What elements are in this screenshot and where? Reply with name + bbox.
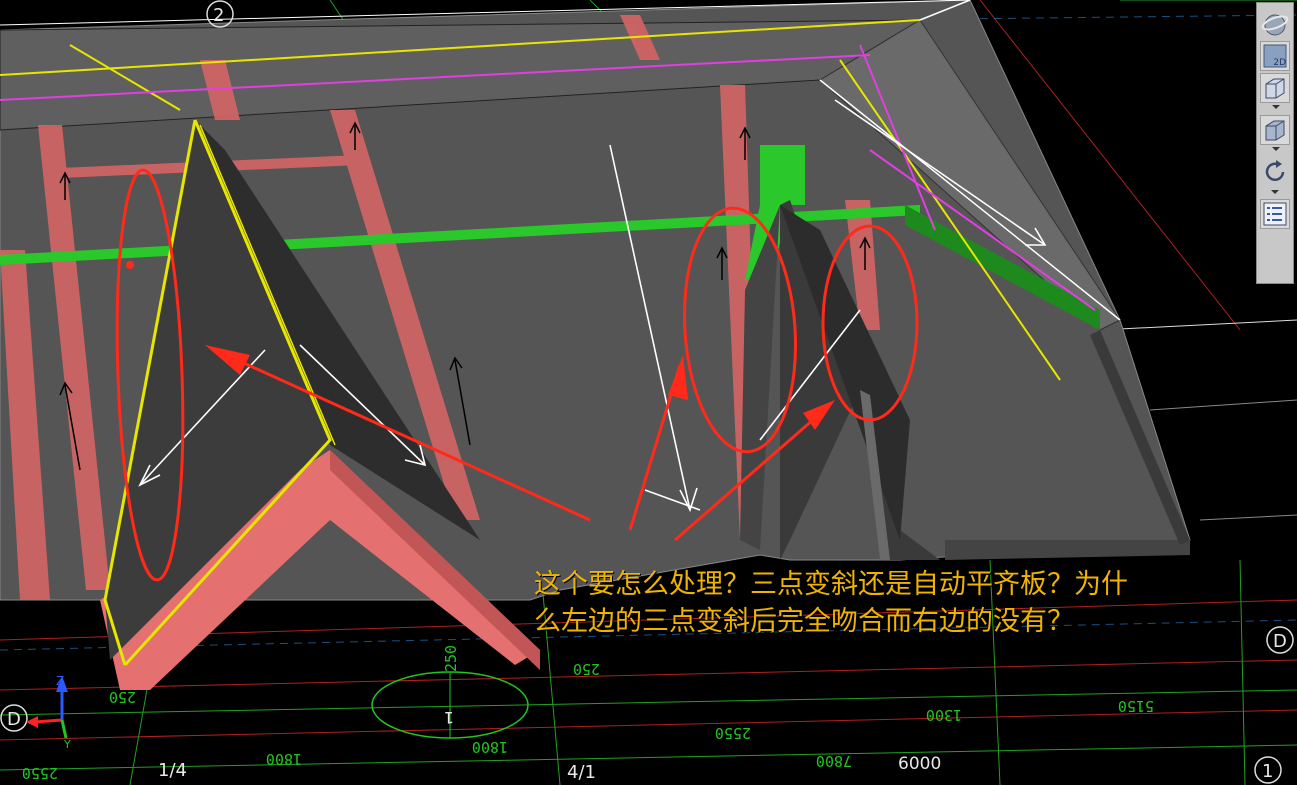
view-2d-button[interactable]: 2D (1260, 41, 1290, 71)
annotation-question-line-1: 这个要怎么处理？三点变斜还是自动平齐板？为什 (534, 569, 1128, 600)
dim-2550-left: 2550 (22, 764, 58, 782)
dim-2550-mid: 2550 (715, 724, 751, 742)
view-2d-label: 2D (1273, 58, 1286, 68)
ucs-z-label: Z (56, 674, 64, 688)
dim-6000: 6000 (898, 754, 941, 774)
globe-orbit-icon (1261, 14, 1289, 36)
axis-label-left-d: D (7, 709, 21, 730)
dim-250-b: 250 (109, 688, 136, 706)
cube-icon (1265, 120, 1285, 141)
layers-grid-icon (1263, 202, 1287, 226)
roof-3d-model[interactable]: D 1 D 2 1/4 4/1 1 2550 1800 1800 2550 13… (0, 0, 1297, 785)
annotation-question-line-2: 么左边的三点变斜后完全吻合而右边的没有？ (534, 606, 1074, 637)
ucs-y-label: Y (63, 738, 71, 751)
3d-box-icon (1265, 78, 1285, 99)
dim-7800: 7800 (816, 752, 852, 770)
rotate-icon (1265, 160, 1285, 181)
cad-3d-viewport[interactable]: D 1 D 2 1/4 4/1 1 2550 1800 1800 2550 13… (0, 0, 1297, 785)
view-navigation-toolbar: 2D (1256, 2, 1294, 284)
display-settings-button[interactable] (1260, 199, 1290, 229)
dim-1300: 1300 (926, 706, 962, 724)
dim-250-c: 250 (442, 645, 460, 672)
orbit-view-button[interactable] (1260, 9, 1290, 39)
axis-label-1-4: 1/4 (158, 760, 187, 781)
dim-1800-mid: 1800 (472, 738, 508, 756)
axis-label-right-1: 1 (1262, 761, 1273, 782)
rotate-button[interactable] (1260, 157, 1290, 194)
dim-250-a: 250 (573, 660, 600, 678)
view-cube-button[interactable] (1260, 115, 1290, 151)
axis-label-4-1: 4/1 (567, 762, 596, 783)
axis-label-circle-1: 1 (444, 708, 454, 727)
axis-label-top-2: 2 (213, 5, 224, 26)
dim-1800-left: 1800 (266, 750, 302, 768)
dim-5150: 5150 (1118, 697, 1154, 715)
annotation-question: 这个要怎么处理？三点变斜还是自动平齐板？为什 么左边的三点变斜后完全吻合而右边的… (534, 566, 1279, 640)
view-3d-button[interactable] (1260, 73, 1290, 109)
